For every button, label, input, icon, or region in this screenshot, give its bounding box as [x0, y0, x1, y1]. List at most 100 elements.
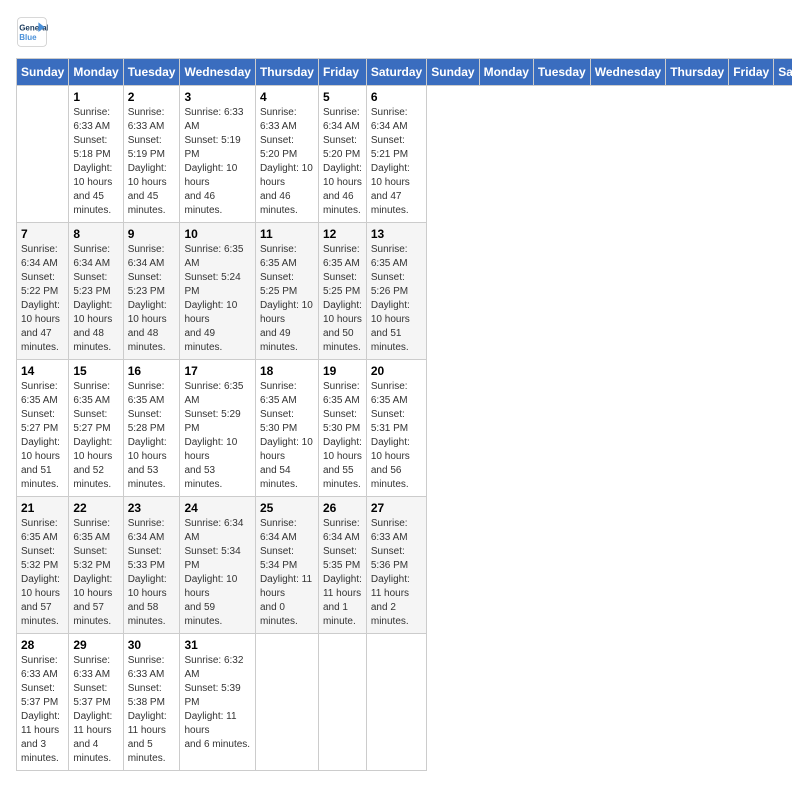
day-cell: 19Sunrise: 6:35 AMSunset: 5:30 PMDayligh… [318, 360, 366, 497]
day-cell: 2Sunrise: 6:33 AMSunset: 5:19 PMDaylight… [123, 86, 180, 223]
day-number: 20 [371, 364, 422, 378]
day-cell [17, 86, 69, 223]
day-number: 25 [260, 501, 314, 515]
week-row-2: 7 Sunrise: 6:34 AMSunset: 5:22 PMDaylight… [17, 223, 792, 360]
day-cell: 15Sunrise: 6:35 AMSunset: 5:27 PMDayligh… [69, 360, 123, 497]
day-cell: 5 Sunrise: 6:34 AMSunset: 5:20 PMDaylight… [318, 86, 366, 223]
day-info: Sunrise: 6:35 AMSunset: 5:29 PMDaylight:… [184, 380, 250, 492]
day-cell: 20 Sunrise: 6:35 AMSunset: 5:31 PMDayligh… [366, 360, 426, 497]
day-cell: 17 Sunrise: 6:35 AMSunset: 5:29 PMDayligh… [180, 360, 255, 497]
day-number: 31 [184, 638, 250, 652]
day-info: Sunrise: 6:34 AMSunset: 5:35 PMDaylight:… [323, 517, 362, 629]
day-info: Sunrise: 6:35 AMSunset: 5:26 PMDaylight:… [371, 243, 422, 355]
day-info: Sunrise: 6:33 AMSunset: 5:20 PMDaylight:… [260, 106, 314, 218]
day-info: Sunrise: 6:34 AMSunset: 5:34 PMDaylight:… [260, 517, 314, 629]
day-cell: 24 Sunrise: 6:34 AMSunset: 5:34 PMDayligh… [180, 497, 255, 634]
day-cell: 27Sunrise: 6:33 AMSunset: 5:36 PMDayligh… [366, 497, 426, 634]
day-cell: 13 Sunrise: 6:35 AMSunset: 5:26 PMDayligh… [366, 223, 426, 360]
day-info: Sunrise: 6:33 AMSunset: 5:37 PMDaylight:… [73, 654, 118, 766]
day-info: Sunrise: 6:33 AMSunset: 5:19 PMDaylight:… [184, 106, 250, 218]
header-cell-thursday: Thursday [666, 59, 729, 86]
header-cell-saturday: Saturday [366, 59, 426, 86]
day-number: 8 [73, 227, 118, 241]
day-number: 5 [323, 90, 362, 104]
header-cell-friday: Friday [729, 59, 774, 86]
header-cell-tuesday: Tuesday [533, 59, 590, 86]
day-number: 17 [184, 364, 250, 378]
day-info: Sunrise: 6:35 AMSunset: 5:31 PMDaylight:… [371, 380, 422, 492]
day-cell: 4 Sunrise: 6:33 AMSunset: 5:20 PMDaylight… [255, 86, 318, 223]
day-cell: 16Sunrise: 6:35 AMSunset: 5:28 PMDayligh… [123, 360, 180, 497]
day-info: Sunrise: 6:34 AMSunset: 5:33 PMDaylight:… [128, 517, 176, 629]
day-info: Sunrise: 6:35 AMSunset: 5:25 PMDaylight:… [260, 243, 314, 355]
week-row-3: 14 Sunrise: 6:35 AMSunset: 5:27 PMDayligh… [17, 360, 792, 497]
day-info: Sunrise: 6:35 AMSunset: 5:30 PMDaylight:… [260, 380, 314, 492]
day-cell: 1Sunrise: 6:33 AMSunset: 5:18 PMDaylight… [69, 86, 123, 223]
day-cell: 22Sunrise: 6:35 AMSunset: 5:32 PMDayligh… [69, 497, 123, 634]
day-info: Sunrise: 6:33 AMSunset: 5:18 PMDaylight:… [73, 106, 118, 218]
header-cell-thursday: Thursday [255, 59, 318, 86]
day-cell [255, 634, 318, 771]
day-cell [366, 634, 426, 771]
day-info: Sunrise: 6:34 AMSunset: 5:34 PMDaylight:… [184, 517, 250, 629]
header-cell-sunday: Sunday [427, 59, 479, 86]
day-number: 10 [184, 227, 250, 241]
day-cell: 11 Sunrise: 6:35 AMSunset: 5:25 PMDayligh… [255, 223, 318, 360]
week-row-4: 21Sunrise: 6:35 AMSunset: 5:32 PMDayligh… [17, 497, 792, 634]
day-cell: 21Sunrise: 6:35 AMSunset: 5:32 PMDayligh… [17, 497, 69, 634]
page-header: General Blue [16, 16, 776, 48]
logo-icon: General Blue [16, 16, 48, 48]
header-cell-sunday: Sunday [17, 59, 69, 86]
day-info: Sunrise: 6:32 AMSunset: 5:39 PMDaylight:… [184, 654, 250, 752]
day-cell: 25 Sunrise: 6:34 AMSunset: 5:34 PMDayligh… [255, 497, 318, 634]
day-info: Sunrise: 6:34 AMSunset: 5:23 PMDaylight:… [128, 243, 176, 355]
day-cell: 7 Sunrise: 6:34 AMSunset: 5:22 PMDaylight… [17, 223, 69, 360]
day-number: 4 [260, 90, 314, 104]
day-info: Sunrise: 6:35 AMSunset: 5:27 PMDaylight:… [21, 380, 64, 492]
day-cell: 12Sunrise: 6:35 AMSunset: 5:25 PMDayligh… [318, 223, 366, 360]
day-cell: 23Sunrise: 6:34 AMSunset: 5:33 PMDayligh… [123, 497, 180, 634]
day-info: Sunrise: 6:34 AMSunset: 5:20 PMDaylight:… [323, 106, 362, 218]
header-cell-saturday: Saturday [774, 59, 792, 86]
day-info: Sunrise: 6:35 AMSunset: 5:24 PMDaylight:… [184, 243, 250, 355]
header-cell-wednesday: Wednesday [180, 59, 255, 86]
day-info: Sunrise: 6:35 AMSunset: 5:32 PMDaylight:… [21, 517, 64, 629]
day-info: Sunrise: 6:35 AMSunset: 5:28 PMDaylight:… [128, 380, 176, 492]
day-info: Sunrise: 6:35 AMSunset: 5:25 PMDaylight:… [323, 243, 362, 355]
day-number: 19 [323, 364, 362, 378]
day-number: 26 [323, 501, 362, 515]
header-cell-friday: Friday [318, 59, 366, 86]
logo: General Blue [16, 16, 48, 48]
day-info: Sunrise: 6:33 AMSunset: 5:19 PMDaylight:… [128, 106, 176, 218]
day-number: 11 [260, 227, 314, 241]
day-number: 6 [371, 90, 422, 104]
day-cell: 14 Sunrise: 6:35 AMSunset: 5:27 PMDayligh… [17, 360, 69, 497]
day-cell: 10 Sunrise: 6:35 AMSunset: 5:24 PMDayligh… [180, 223, 255, 360]
day-info: Sunrise: 6:33 AMSunset: 5:36 PMDaylight:… [371, 517, 422, 629]
day-number: 3 [184, 90, 250, 104]
week-row-5: 28 Sunrise: 6:33 AMSunset: 5:37 PMDayligh… [17, 634, 792, 771]
day-info: Sunrise: 6:34 AMSunset: 5:23 PMDaylight:… [73, 243, 118, 355]
day-number: 29 [73, 638, 118, 652]
day-cell: 30Sunrise: 6:33 AMSunset: 5:38 PMDayligh… [123, 634, 180, 771]
day-number: 30 [128, 638, 176, 652]
day-cell: 9Sunrise: 6:34 AMSunset: 5:23 PMDaylight… [123, 223, 180, 360]
day-number: 15 [73, 364, 118, 378]
day-cell: 18 Sunrise: 6:35 AMSunset: 5:30 PMDayligh… [255, 360, 318, 497]
day-number: 28 [21, 638, 64, 652]
day-info: Sunrise: 6:34 AMSunset: 5:22 PMDaylight:… [21, 243, 64, 355]
day-cell: 26 Sunrise: 6:34 AMSunset: 5:35 PMDayligh… [318, 497, 366, 634]
svg-text:Blue: Blue [19, 33, 37, 42]
day-number: 18 [260, 364, 314, 378]
day-number: 13 [371, 227, 422, 241]
header-cell-tuesday: Tuesday [123, 59, 180, 86]
day-cell [318, 634, 366, 771]
day-number: 24 [184, 501, 250, 515]
week-row-1: 1Sunrise: 6:33 AMSunset: 5:18 PMDaylight… [17, 86, 792, 223]
header-cell-monday: Monday [479, 59, 533, 86]
day-number: 14 [21, 364, 64, 378]
header-row: SundayMondayTuesdayWednesdayThursdayFrid… [17, 59, 792, 86]
day-cell: 3 Sunrise: 6:33 AMSunset: 5:19 PMDaylight… [180, 86, 255, 223]
day-number: 7 [21, 227, 64, 241]
day-info: Sunrise: 6:35 AMSunset: 5:32 PMDaylight:… [73, 517, 118, 629]
